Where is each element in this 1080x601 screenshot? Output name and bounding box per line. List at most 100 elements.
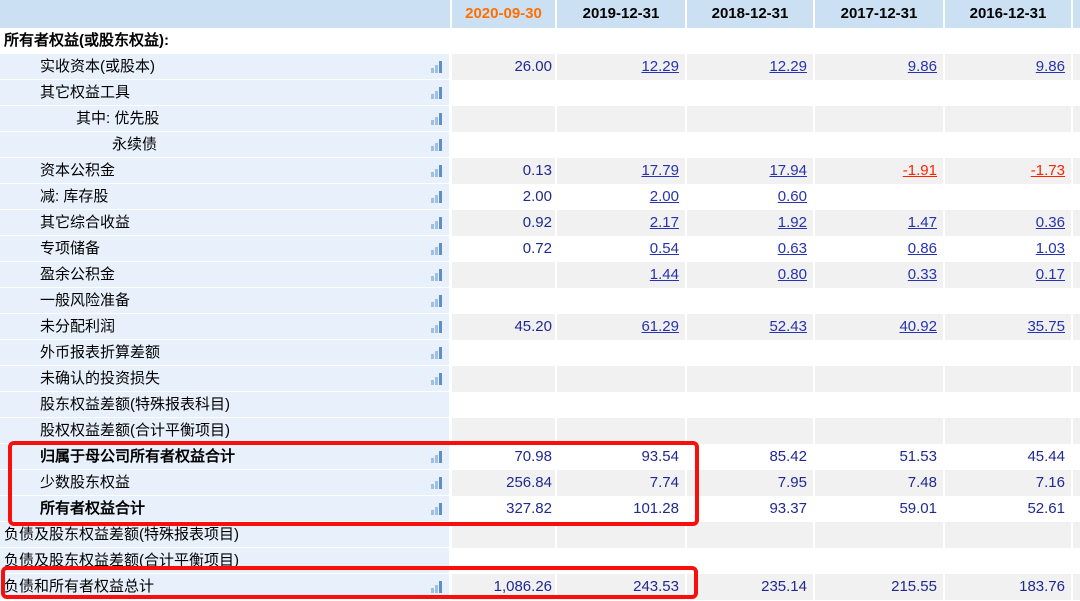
bar-chart-icon[interactable]: [431, 294, 442, 307]
value-cell-2020-09-30: 70.98: [452, 444, 557, 470]
value-cell-2017-12-31: 0.33: [815, 262, 945, 288]
value-link[interactable]: 9.86: [908, 58, 937, 75]
value-cell-2018-12-31: [687, 418, 815, 444]
table-row: 所有者权益(或股东权益):: [0, 28, 1080, 54]
row-label: 实收资本(或股本): [0, 54, 431, 79]
value-cell-2019-12-31: 101.28: [557, 496, 687, 522]
value-cell-2017-12-31: [815, 28, 945, 54]
value-text: 0.72: [523, 240, 552, 257]
clipped-column-cell: [1073, 80, 1080, 106]
header-date-2018-12-31[interactable]: 2018-12-31: [687, 0, 815, 28]
value-cell-2020-09-30: [452, 80, 557, 106]
bar-chart-icon[interactable]: [431, 450, 442, 463]
value-cell-2019-12-31: 7.74: [557, 470, 687, 496]
value-cell-2016-12-31: [945, 184, 1073, 210]
value-cell-2019-12-31: [557, 392, 687, 418]
value-cell-2018-12-31: [687, 522, 815, 548]
row-label: 所有者权益(或股东权益):: [0, 28, 449, 53]
value-link[interactable]: 2.00: [650, 188, 679, 205]
table-header-row: 2020-09-30 2019-12-31 2018-12-31 2017-12…: [0, 0, 1080, 28]
value-cell-2016-12-31: [945, 132, 1073, 158]
value-link[interactable]: 1.44: [650, 266, 679, 283]
value-link[interactable]: 17.79: [641, 162, 679, 179]
value-cell-2017-12-31: [815, 418, 945, 444]
bar-chart-icon[interactable]: [431, 320, 442, 333]
value-cell-2020-09-30: 26.00: [452, 54, 557, 80]
value-link[interactable]: 1.47: [908, 214, 937, 231]
clipped-column-cell: [1073, 262, 1080, 288]
value-link[interactable]: 52.43: [769, 318, 807, 335]
value-cell-2016-12-31: [945, 522, 1073, 548]
value-link[interactable]: 0.86: [908, 240, 937, 257]
bar-chart-icon[interactable]: [431, 502, 442, 515]
header-date-2019-12-31[interactable]: 2019-12-31: [557, 0, 687, 28]
value-link[interactable]: 2.17: [650, 214, 679, 231]
row-label: 归属于母公司所有者权益合计: [0, 444, 431, 469]
bar-chart-icon[interactable]: [431, 138, 442, 151]
table-row: 其它综合收益 0.92 2.17 1.92 1.47 0.36: [0, 210, 1080, 236]
bar-chart-icon[interactable]: [431, 60, 442, 73]
value-text: 45.20: [514, 318, 552, 335]
value-text: 1,086.26: [494, 578, 552, 595]
bar-chart-icon[interactable]: [431, 476, 442, 489]
value-link[interactable]: 0.54: [650, 240, 679, 257]
value-link[interactable]: 12.29: [769, 58, 807, 75]
row-label-cell: 所有者权益(或股东权益):: [0, 28, 452, 54]
table-body: 所有者权益(或股东权益): 实收资本(或股本) 26.00 12.29 12.2…: [0, 28, 1080, 600]
value-link[interactable]: -1.73: [1031, 162, 1065, 179]
value-cell-2020-09-30: 1,086.26: [452, 574, 557, 600]
value-cell-2018-12-31: [687, 106, 815, 132]
value-cell-2019-12-31: [557, 28, 687, 54]
value-link[interactable]: 0.80: [778, 266, 807, 283]
clipped-column-cell: [1073, 132, 1080, 158]
bar-chart-icon[interactable]: [431, 372, 442, 385]
bar-chart-icon[interactable]: [431, 346, 442, 359]
bar-chart-icon[interactable]: [431, 86, 442, 99]
bar-chart-icon[interactable]: [431, 580, 442, 593]
value-link[interactable]: 0.17: [1036, 266, 1065, 283]
value-link[interactable]: 40.92: [899, 318, 937, 335]
value-link[interactable]: 0.33: [908, 266, 937, 283]
value-link[interactable]: 1.03: [1036, 240, 1065, 257]
value-cell-2020-09-30: [452, 262, 557, 288]
value-cell-2016-12-31: [945, 340, 1073, 366]
table-row: 负债和所有者权益总计 1,086.26 243.53 235.14 215.55…: [0, 574, 1080, 600]
value-link[interactable]: 17.94: [769, 162, 807, 179]
row-label-cell: 未确认的投资损失: [0, 366, 452, 392]
value-text: 101.28: [633, 500, 679, 517]
row-label: 外币报表折算差额: [0, 340, 431, 365]
value-link[interactable]: 61.29: [641, 318, 679, 335]
value-cell-2018-12-31: [687, 366, 815, 392]
value-cell-2018-12-31: [687, 28, 815, 54]
bar-chart-icon[interactable]: [431, 242, 442, 255]
value-link[interactable]: 0.63: [778, 240, 807, 257]
bar-chart-icon[interactable]: [431, 268, 442, 281]
header-date-2017-12-31[interactable]: 2017-12-31: [815, 0, 945, 28]
value-link[interactable]: 0.60: [778, 188, 807, 205]
bar-chart-icon[interactable]: [431, 216, 442, 229]
row-label: 股权权益差额(合计平衡项目): [0, 418, 449, 443]
value-cell-2017-12-31: 40.92: [815, 314, 945, 340]
clipped-column-cell: [1073, 288, 1080, 314]
clipped-column-cell: [1073, 392, 1080, 418]
header-date-2020-09-30[interactable]: 2020-09-30: [452, 0, 557, 28]
value-cell-2020-09-30: [452, 418, 557, 444]
value-link[interactable]: 1.92: [778, 214, 807, 231]
bar-chart-icon[interactable]: [431, 112, 442, 125]
value-link[interactable]: -1.91: [903, 162, 937, 179]
header-date-2016-12-31[interactable]: 2016-12-31: [945, 0, 1073, 28]
row-label-cell: 其它权益工具: [0, 80, 452, 106]
bar-chart-icon[interactable]: [431, 190, 442, 203]
value-link[interactable]: 0.36: [1036, 214, 1065, 231]
value-text: 215.55: [891, 578, 937, 595]
clipped-column-cell: [1073, 470, 1080, 496]
value-link[interactable]: 12.29: [641, 58, 679, 75]
value-link[interactable]: 9.86: [1036, 58, 1065, 75]
value-link[interactable]: 35.75: [1027, 318, 1065, 335]
row-label: 负债和所有者权益总计: [0, 574, 431, 599]
value-cell-2018-12-31: 7.95: [687, 470, 815, 496]
bar-chart-icon[interactable]: [431, 164, 442, 177]
row-label-cell: 负债和所有者权益总计: [0, 574, 452, 600]
value-text: 0.13: [523, 162, 552, 179]
table-row: 未确认的投资损失: [0, 366, 1080, 392]
